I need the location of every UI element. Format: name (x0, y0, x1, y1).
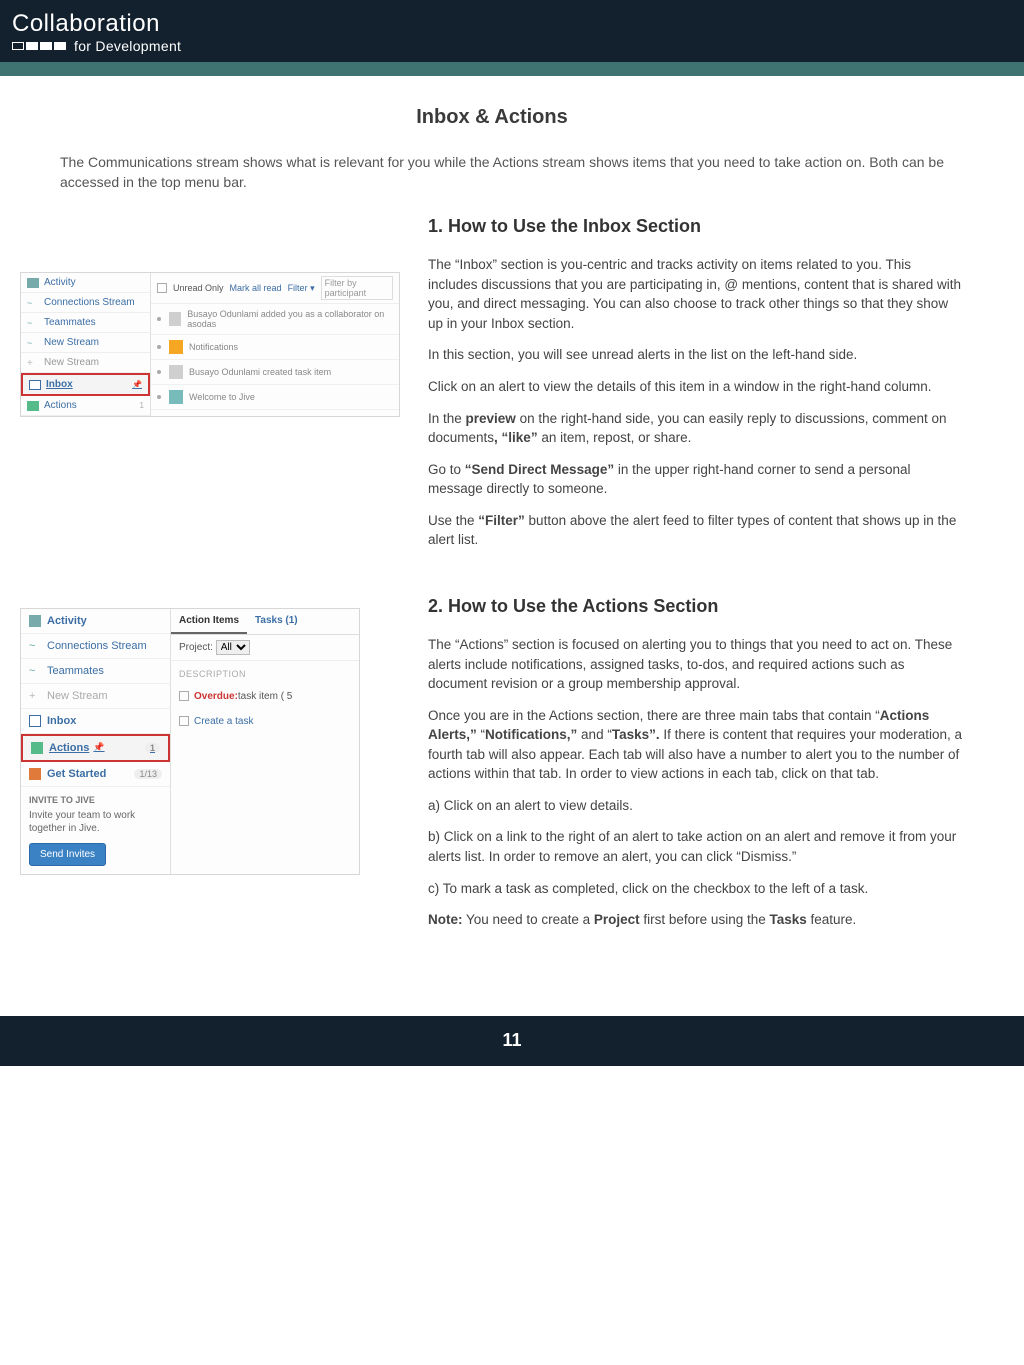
section-2-p2: Once you are in the Actions section, the… (428, 706, 964, 784)
tab-tasks[interactable]: Tasks (1) (247, 609, 306, 634)
page-number: 11 (502, 1030, 521, 1051)
section-1-p1: The “Inbox” section is you-centric and t… (428, 255, 964, 333)
sidebar-item-add-stream[interactable]: +New Stream (21, 353, 150, 373)
section-2-p4: b) Click on a link to the right of an al… (428, 827, 964, 866)
inbox-item[interactable]: Busayo Odunlami added you as a collabora… (151, 304, 399, 335)
section-2-p6: Note: You need to create a Project first… (428, 910, 964, 930)
accent-bar (0, 62, 1024, 76)
task-row[interactable]: Overdue: task item ( 5 (171, 687, 359, 706)
description-header: DESCRIPTION (171, 661, 359, 687)
invite-heading: INVITE TO JIVE (29, 795, 162, 805)
unread-only-label: Unread Only (173, 283, 224, 293)
actions-tabs: Action Items Tasks (1) (171, 609, 359, 635)
unread-only-checkbox[interactable] (157, 283, 167, 293)
section-1-p5: Go to “Send Direct Message” in the upper… (428, 460, 964, 499)
brand-title: Collaboration (12, 10, 1012, 38)
project-filter: Project: All (171, 635, 359, 661)
brand-subtitle: for Development (12, 38, 1012, 54)
sidebar-item-add-stream[interactable]: +New Stream (21, 684, 170, 709)
inbox-item[interactable]: Notifications (151, 335, 399, 360)
sidebar-item-get-started[interactable]: Get Started1/13 (21, 762, 170, 787)
create-task-icon (179, 716, 189, 726)
sidebar-item-connections[interactable]: ~Connections Stream (21, 634, 170, 659)
inbox-screenshot-sidebar: Activity ~Connections Stream ~Teammates … (21, 273, 151, 416)
section-2-heading: 2. How to Use the Actions Section (428, 596, 964, 617)
sidebar-item-inbox[interactable]: Inbox (21, 709, 170, 734)
section-1-heading: 1. How to Use the Inbox Section (428, 216, 964, 237)
inbox-screenshot: Activity ~Connections Stream ~Teammates … (20, 216, 400, 417)
inbox-toolbar: Unread Only Mark all read Filter ▾ Filte… (151, 273, 399, 304)
page-number-footer: 11 (0, 1016, 1024, 1066)
section-2-p1: The “Actions” section is focused on aler… (428, 635, 964, 694)
section-1-p2: In this section, you will see unread ale… (428, 345, 964, 365)
intro-paragraph: The Communications stream shows what is … (60, 153, 964, 192)
sidebar-item-new-stream[interactable]: ~New Stream (21, 333, 150, 353)
sidebar-item-actions[interactable]: Actions1 (21, 396, 150, 416)
filter-by-participant-input[interactable]: Filter by participant (321, 276, 393, 300)
page-title: Inbox & Actions (20, 106, 964, 129)
inbox-item[interactable]: Welcome to Jive (151, 385, 399, 410)
actions-screenshot-sidebar: Activity ~Connections Stream ~Teammates … (21, 609, 171, 874)
section-1-p3: Click on an alert to view the details of… (428, 377, 964, 397)
section-2-p3: a) Click on an alert to view details. (428, 796, 964, 816)
filter-button[interactable]: Filter ▾ (288, 283, 315, 294)
get-started-badge: 1/13 (134, 769, 162, 779)
invite-text: Invite your team to work together in Jiv… (29, 809, 162, 835)
task-checkbox[interactable] (179, 691, 189, 701)
pin-icon: 📌 (132, 380, 142, 389)
create-task-link[interactable]: Create a task (171, 706, 359, 737)
sidebar-item-inbox-selected[interactable]: Inbox📌 (21, 373, 150, 396)
send-invites-button[interactable]: Send Invites (29, 843, 106, 866)
actions-badge: 1 (145, 743, 160, 753)
invite-to-jive-box: INVITE TO JIVE Invite your team to work … (21, 787, 170, 874)
brand-blocks-icon (12, 42, 68, 50)
section-1-p4: In the preview on the right-hand side, y… (428, 409, 964, 448)
sidebar-item-activity[interactable]: Activity (21, 273, 150, 293)
pin-icon: 📌 (93, 742, 104, 753)
brand-header: Collaboration for Development (0, 0, 1024, 62)
sidebar-item-connections[interactable]: ~Connections Stream (21, 293, 150, 313)
section-1-p6: Use the “Filter” button above the alert … (428, 511, 964, 550)
sidebar-item-actions-selected[interactable]: Actions📌1 (21, 734, 170, 762)
sidebar-item-teammates[interactable]: ~Teammates (21, 313, 150, 333)
tab-action-items[interactable]: Action Items (171, 609, 247, 634)
mark-all-read-link[interactable]: Mark all read (230, 283, 282, 293)
actions-screenshot: Activity ~Connections Stream ~Teammates … (20, 596, 400, 875)
project-select[interactable]: All (216, 640, 250, 655)
sidebar-item-teammates[interactable]: ~Teammates (21, 659, 170, 684)
sidebar-item-activity[interactable]: Activity (21, 609, 170, 634)
inbox-item[interactable]: Busayo Odunlami created task item (151, 360, 399, 385)
section-2-p5: c) To mark a task as completed, click on… (428, 879, 964, 899)
